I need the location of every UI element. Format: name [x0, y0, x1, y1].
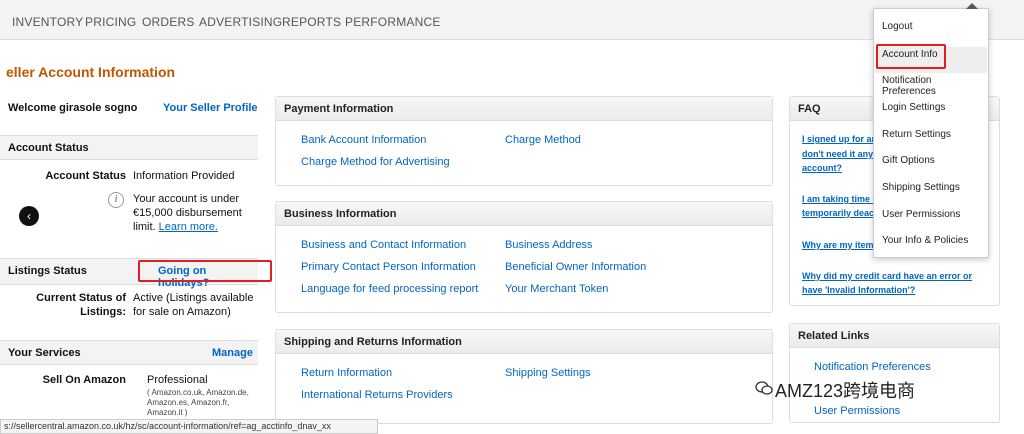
business-info-panel: Business Information Business and Contac… — [275, 201, 773, 313]
learn-more-link[interactable]: Learn more. — [159, 221, 218, 233]
nav-reports[interactable]: REPORTS — [282, 15, 341, 29]
services-markets: ( Amazon.co.uk, Amazon.de, Amazon.es, Am… — [147, 388, 249, 417]
international-returns-link[interactable]: International Returns Providers — [301, 389, 453, 401]
highlight-box-account-info — [876, 44, 946, 69]
bank-account-link[interactable]: Bank Account Information — [301, 134, 426, 146]
payment-info-panel: Payment Information Bank Account Informa… — [275, 96, 773, 186]
faq-link-credit-card[interactable]: Why did my credit card have an error or — [802, 271, 972, 281]
account-status-title: Account Status — [8, 142, 89, 154]
shipping-returns-title: Shipping and Returns Information — [284, 336, 462, 348]
top-navigation: INVENTORY PRICING ORDERS ADVERTISING REP… — [0, 0, 1024, 40]
carousel-prev-button[interactable]: ‹ — [19, 206, 39, 226]
faq-link-taking-time[interactable]: I am taking time o — [802, 194, 878, 204]
shipping-returns-header: Shipping and Returns Information — [276, 330, 772, 354]
shipping-returns-panel: Shipping and Returns Information Return … — [275, 329, 773, 424]
related-links-header: Related Links — [790, 324, 999, 348]
services-box: Your Services Manage Sell On Amazon Prof… — [0, 340, 258, 420]
charge-method-advertising-link[interactable]: Charge Method for Advertising — [301, 156, 450, 168]
primary-contact-link[interactable]: Primary Contact Person Information — [301, 261, 476, 273]
beneficial-owner-link[interactable]: Beneficial Owner Information — [505, 261, 646, 273]
welcome-text: Welcome girasole sogno — [8, 102, 138, 114]
business-info-header: Business Information — [276, 202, 772, 226]
nav-performance[interactable]: PERFORMANCE — [345, 15, 441, 29]
nav-advertising[interactable]: ADVERTISING — [199, 15, 282, 29]
dropdown-your-info-policies[interactable]: Your Info & Policies — [882, 235, 968, 246]
payment-info-title: Payment Information — [284, 103, 394, 115]
services-label: Sell On Amazon — [42, 374, 126, 386]
dropdown-login-settings[interactable]: Login Settings — [882, 102, 945, 113]
return-info-link[interactable]: Return Information — [301, 367, 392, 379]
dropdown-notification-preferences[interactable]: Notification Preferences — [882, 75, 988, 97]
dropdown-return-settings[interactable]: Return Settings — [882, 129, 951, 140]
related-notification-link[interactable]: Notification Preferences — [814, 361, 931, 373]
services-title: Your Services — [8, 347, 81, 359]
account-status-note: Your account is under €15,000 disburseme… — [133, 192, 251, 234]
highlight-box-holidays — [138, 260, 272, 282]
welcome-row: Welcome girasole sogno Your Seller Profi… — [8, 102, 258, 118]
account-status-header: Account Status — [0, 136, 258, 160]
account-status-label: Account Status — [45, 170, 126, 182]
info-icon: i — [108, 192, 124, 208]
dropdown-user-permissions[interactable]: User Permissions — [882, 209, 960, 220]
services-header: Your Services Manage — [0, 341, 258, 365]
page-title: eller Account Information — [6, 64, 176, 80]
nav-inventory[interactable]: INVENTORY — [12, 15, 83, 29]
faq-link-signed-up[interactable]: I signed up for ar — [802, 134, 875, 144]
seller-profile-link[interactable]: Your Seller Profile — [163, 102, 258, 114]
watermark-text: AMZ123跨境电商 — [775, 381, 916, 401]
related-links-title: Related Links — [798, 330, 870, 342]
business-contact-link[interactable]: Business and Contact Information — [301, 239, 466, 251]
related-links-panel: Related Links Notification Preferences U… — [789, 323, 1000, 423]
faq-link-invalid-info[interactable]: have 'Invalid Information'? — [802, 285, 915, 295]
dropdown-gift-options[interactable]: Gift Options — [882, 155, 935, 166]
shipping-settings-link[interactable]: Shipping Settings — [505, 367, 591, 379]
chat-bubble-icon — [755, 381, 773, 395]
listings-status-value: Active (Listings available for sale on A… — [133, 292, 254, 318]
dropdown-logout[interactable]: Logout — [882, 21, 913, 32]
dropdown-caret-icon — [966, 3, 978, 9]
nav-pricing[interactable]: PRICING — [85, 15, 136, 29]
faq-link-dont-need[interactable]: don't need it anym — [802, 149, 881, 159]
manage-services-link[interactable]: Manage — [212, 347, 253, 359]
dropdown-shipping-settings[interactable]: Shipping Settings — [882, 182, 960, 193]
browser-status-bar: s://sellercentral.amazon.co.uk/hz/sc/acc… — [0, 419, 378, 434]
faq-link-temporarily[interactable]: temporarily deac — [802, 208, 874, 218]
services-value: Professional — [147, 374, 208, 386]
listings-status-label: Current Status of Listings: — [36, 292, 126, 318]
business-info-title: Business Information — [284, 208, 397, 220]
listings-status-title: Listings Status — [8, 265, 87, 277]
merchant-token-link[interactable]: Your Merchant Token — [505, 283, 608, 295]
faq-link-account[interactable]: account? — [802, 163, 842, 173]
faq-title: FAQ — [798, 103, 821, 115]
feed-language-link[interactable]: Language for feed processing report — [301, 283, 478, 295]
nav-orders[interactable]: ORDERS — [142, 15, 195, 29]
business-address-link[interactable]: Business Address — [505, 239, 592, 251]
faq-link-why-items[interactable]: Why are my items — [802, 240, 879, 250]
account-status-box: Account Status Account Status Informatio… — [0, 135, 258, 241]
related-user-permissions-link[interactable]: User Permissions — [814, 405, 900, 417]
charge-method-link[interactable]: Charge Method — [505, 134, 581, 146]
account-status-value: Information Provided — [133, 170, 235, 182]
payment-info-header: Payment Information — [276, 97, 772, 121]
